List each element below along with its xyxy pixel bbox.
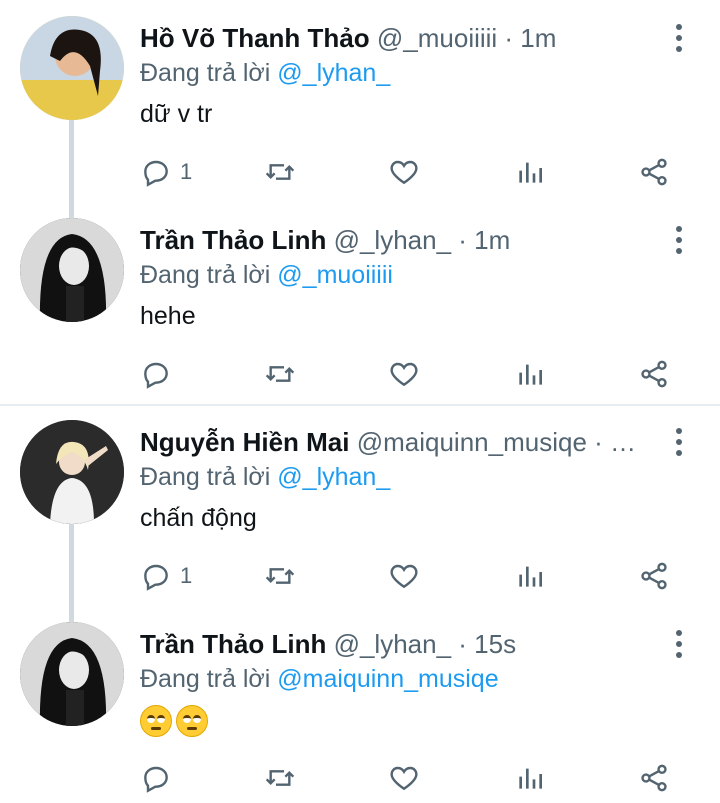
analytics-button[interactable]: [514, 152, 546, 192]
like-button[interactable]: [388, 758, 420, 798]
reply-icon: [144, 160, 168, 187]
like-icon: [390, 362, 418, 387]
avatar[interactable]: [20, 218, 124, 322]
reply-count: 1: [180, 563, 193, 588]
analytics-icon: [519, 768, 542, 789]
reply-prefix: Đang trả lời: [140, 463, 278, 491]
retweet-icon: [265, 366, 295, 382]
reply-button[interactable]: 1: [140, 556, 192, 596]
retweet-button[interactable]: [264, 556, 296, 596]
display-name[interactable]: Trần Thảo Linh: [140, 629, 326, 659]
action-bar: [140, 354, 680, 394]
retweet-icon: [265, 164, 295, 180]
tweet-text: [140, 702, 212, 738]
avatar-photo: [20, 218, 124, 322]
display-name[interactable]: Trần Thảo Linh: [140, 225, 326, 255]
avatar-photo: [20, 16, 124, 120]
analytics-button[interactable]: [514, 556, 546, 596]
tweet[interactable]: Nguyễn Hiền Mai @maiquinn_musiqe · … Đan…: [0, 404, 720, 606]
mention-link[interactable]: @maiquinn_musiqe: [277, 665, 498, 693]
avatar[interactable]: [20, 420, 124, 524]
share-icon: [641, 562, 667, 590]
avatar[interactable]: [20, 16, 124, 120]
action-bar: 1: [140, 152, 680, 192]
eye-roll-emoji: [176, 705, 208, 738]
share-icon: [641, 360, 667, 388]
more-icon[interactable]: [674, 428, 684, 456]
tweet-header: Trần Thảo Linh @_lyhan_ · 1m: [140, 222, 650, 258]
handle[interactable]: @_lyhan_ · 1m: [334, 225, 511, 255]
tweet-text: chấn động: [140, 504, 257, 532]
tweet-text: dữ v tr: [140, 100, 213, 128]
avatar-photo: [20, 622, 124, 726]
more-icon[interactable]: [674, 24, 684, 52]
eye-roll-emoji: [140, 705, 172, 738]
reply-prefix: Đang trả lời: [140, 59, 278, 87]
share-button[interactable]: [638, 556, 670, 596]
tweet[interactable]: Hồ Võ Thanh Thảo @_muoiiiii · 1m Đang tr…: [0, 0, 720, 202]
tweet[interactable]: Trần Thảo Linh @_lyhan_ · 15s Đang trả l…: [0, 606, 720, 803]
like-button[interactable]: [388, 354, 420, 394]
display-name[interactable]: Nguyễn Hiền Mai: [140, 427, 349, 457]
retweet-button[interactable]: [264, 354, 296, 394]
avatar[interactable]: [20, 622, 124, 726]
reply-button[interactable]: 1: [140, 152, 192, 192]
replying-to: Đang trả lời @_lyhan_: [140, 460, 390, 494]
share-button[interactable]: [638, 354, 670, 394]
analytics-button[interactable]: [514, 758, 546, 798]
tweet[interactable]: Trần Thảo Linh @_lyhan_ · 1m Đang trả lờ…: [0, 202, 720, 404]
tweet-text: hehe: [140, 302, 196, 330]
share-button[interactable]: [638, 758, 670, 798]
action-bar: [140, 758, 680, 798]
analytics-button[interactable]: [514, 354, 546, 394]
more-icon[interactable]: [674, 630, 684, 658]
like-icon: [390, 766, 418, 791]
replying-to: Đang trả lời @_muoiiiii: [140, 258, 393, 292]
mention-link[interactable]: @_muoiiiii: [277, 261, 393, 289]
analytics-icon: [519, 162, 542, 183]
like-button[interactable]: [388, 556, 420, 596]
share-button[interactable]: [638, 152, 670, 192]
handle[interactable]: @maiquinn_musiqe · …: [357, 427, 636, 457]
retweet-icon: [265, 770, 295, 786]
reply-icon: [144, 564, 168, 591]
reply-prefix: Đang trả lời: [140, 261, 278, 289]
reply-icon: [144, 362, 168, 389]
replying-to: Đang trả lời @_lyhan_: [140, 56, 390, 90]
tweet-header: Hồ Võ Thanh Thảo @_muoiiiii · 1m: [140, 20, 650, 56]
replying-to: Đang trả lời @maiquinn_musiqe: [140, 662, 499, 696]
reply-icon: [144, 766, 168, 793]
reply-button[interactable]: [140, 758, 180, 798]
handle[interactable]: @_muoiiiii · 1m: [377, 23, 557, 53]
share-icon: [641, 158, 667, 186]
like-button[interactable]: [388, 152, 420, 192]
retweet-button[interactable]: [264, 152, 296, 192]
tweet-header: Trần Thảo Linh @_lyhan_ · 15s: [140, 626, 650, 662]
more-icon[interactable]: [674, 226, 684, 254]
retweet-icon: [265, 568, 295, 584]
tweet-header: Nguyễn Hiền Mai @maiquinn_musiqe · …: [140, 424, 650, 460]
analytics-icon: [519, 364, 542, 385]
like-icon: [390, 160, 418, 185]
like-icon: [390, 564, 418, 589]
reply-count: 1: [180, 159, 193, 184]
avatar-photo: [20, 420, 124, 524]
display-name[interactable]: Hồ Võ Thanh Thảo: [140, 23, 370, 53]
action-bar: 1: [140, 556, 680, 596]
retweet-button[interactable]: [264, 758, 296, 798]
share-icon: [641, 764, 667, 792]
reply-button[interactable]: [140, 354, 180, 394]
mention-link[interactable]: @_lyhan_: [277, 59, 390, 87]
mention-link[interactable]: @_lyhan_: [277, 463, 390, 491]
reply-prefix: Đang trả lời: [140, 665, 278, 693]
analytics-icon: [519, 566, 542, 587]
handle[interactable]: @_lyhan_ · 15s: [334, 629, 517, 659]
